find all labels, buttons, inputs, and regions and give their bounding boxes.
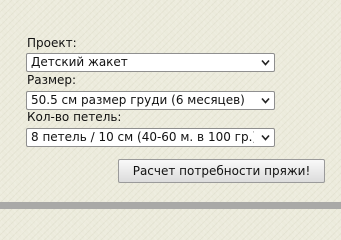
stitches-select[interactable]: 8 петель / 10 см (40-60 м. в 100 гр.) [26,128,275,147]
project-label: Проект: [27,36,77,50]
project-select[interactable]: Детский жакет [26,53,275,72]
stitches-select-value: 8 петель / 10 см (40-60 м. в 100 гр.) [31,130,254,144]
chevron-down-icon [261,134,270,141]
size-label: Размер: [27,73,77,87]
size-select-value: 50.5 см размер груди (6 месяцев) [31,93,245,107]
size-select[interactable]: 50.5 см размер груди (6 месяцев) [26,91,275,110]
stitches-label: Кол-во петель: [27,110,122,124]
chevron-down-icon [261,97,270,104]
chevron-down-icon [261,59,270,66]
project-select-value: Детский жакет [31,55,128,69]
yarn-calculator-form: Проект: Детский жакет Размер: 50.5 см ра… [0,0,341,209]
calculate-yarn-button[interactable]: Расчет потребности пряжи! [118,159,325,183]
bottom-divider [0,202,341,209]
